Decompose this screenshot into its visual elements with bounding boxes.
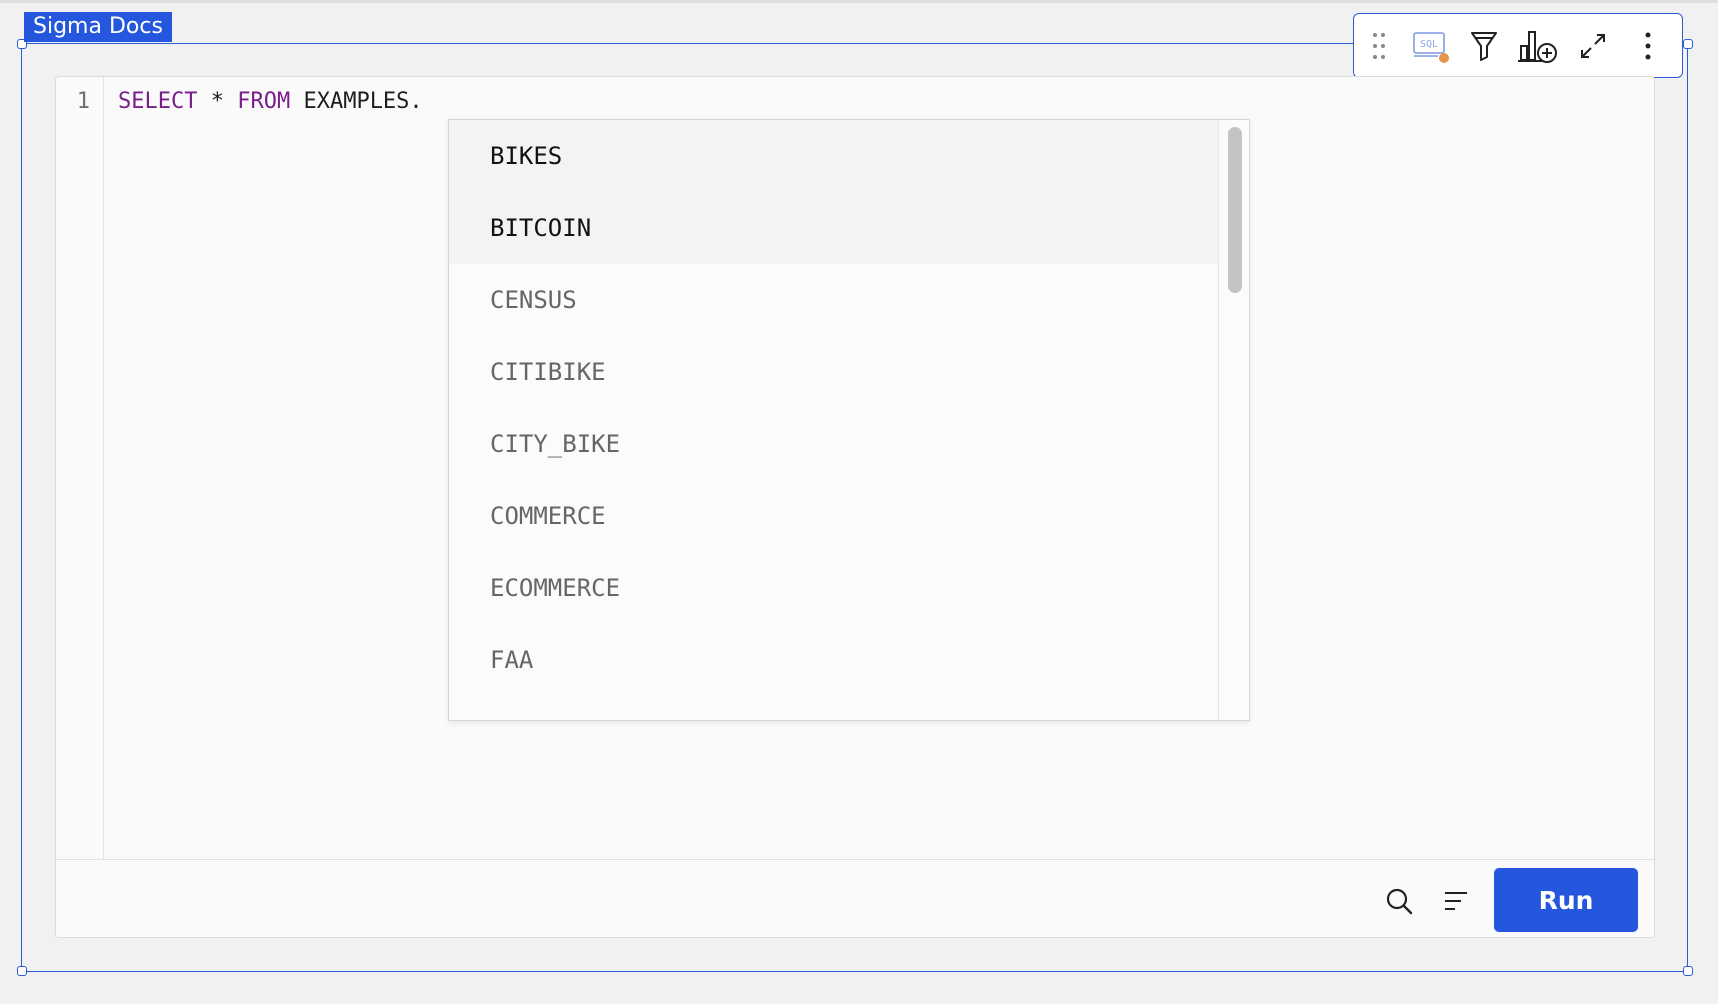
resize-handle-bottom-left[interactable] (17, 966, 27, 976)
autocomplete-item[interactable]: ECOMMERCE (449, 552, 1218, 624)
keyword-from: FROM (237, 89, 291, 114)
drag-handle-icon[interactable] (1357, 24, 1401, 68)
element-tag[interactable]: Sigma Docs (24, 12, 172, 42)
code-star: * (197, 89, 238, 114)
code-line[interactable]: SELECT * FROM EXAMPLES. (118, 89, 423, 114)
sql-icon-label: SQL (1420, 39, 1438, 50)
expand-icon[interactable] (1571, 24, 1615, 68)
autocomplete-item[interactable]: CITY_BIKE (449, 408, 1218, 480)
line-gutter: 1 (56, 77, 104, 859)
autocomplete-item[interactable]: CITIBIKE (449, 336, 1218, 408)
resize-handle-top-right[interactable] (1683, 39, 1693, 49)
more-icon[interactable] (1626, 24, 1670, 68)
autocomplete-list[interactable]: BIKES BITCOIN CENSUS CITIBIKE CITY_BIKE COMME… (449, 120, 1219, 720)
element-toolbar: SQL (1353, 13, 1683, 78)
filter-icon[interactable] (1462, 24, 1506, 68)
format-icon[interactable] (1439, 884, 1473, 918)
autocomplete-dropdown: BIKES BITCOIN CENSUS CITIBIKE CITY_BIKE COMME… (448, 119, 1250, 721)
autocomplete-item[interactable]: COMMERCE (449, 480, 1218, 552)
run-button[interactable]: Run (1494, 868, 1638, 932)
autocomplete-item[interactable]: BIKES (449, 120, 1218, 192)
status-dot (1439, 53, 1449, 63)
top-strip (0, 0, 1718, 3)
autocomplete-item[interactable]: BITCOIN (449, 192, 1218, 264)
resize-handle-bottom-right[interactable] (1683, 966, 1693, 976)
editor-footer: Run (56, 859, 1654, 937)
line-number: 1 (76, 89, 90, 114)
sql-icon[interactable]: SQL (1409, 24, 1453, 68)
keyword-select: SELECT (118, 89, 198, 114)
autocomplete-item[interactable]: FAA (449, 624, 1218, 696)
autocomplete-item[interactable]: FIN_TECH (449, 696, 1218, 720)
scrollbar-thumb[interactable] (1228, 127, 1242, 293)
add-chart-icon[interactable] (1516, 24, 1560, 68)
search-icon[interactable] (1382, 884, 1416, 918)
code-rest: EXAMPLES. (290, 89, 423, 114)
autocomplete-item[interactable]: CENSUS (449, 264, 1218, 336)
